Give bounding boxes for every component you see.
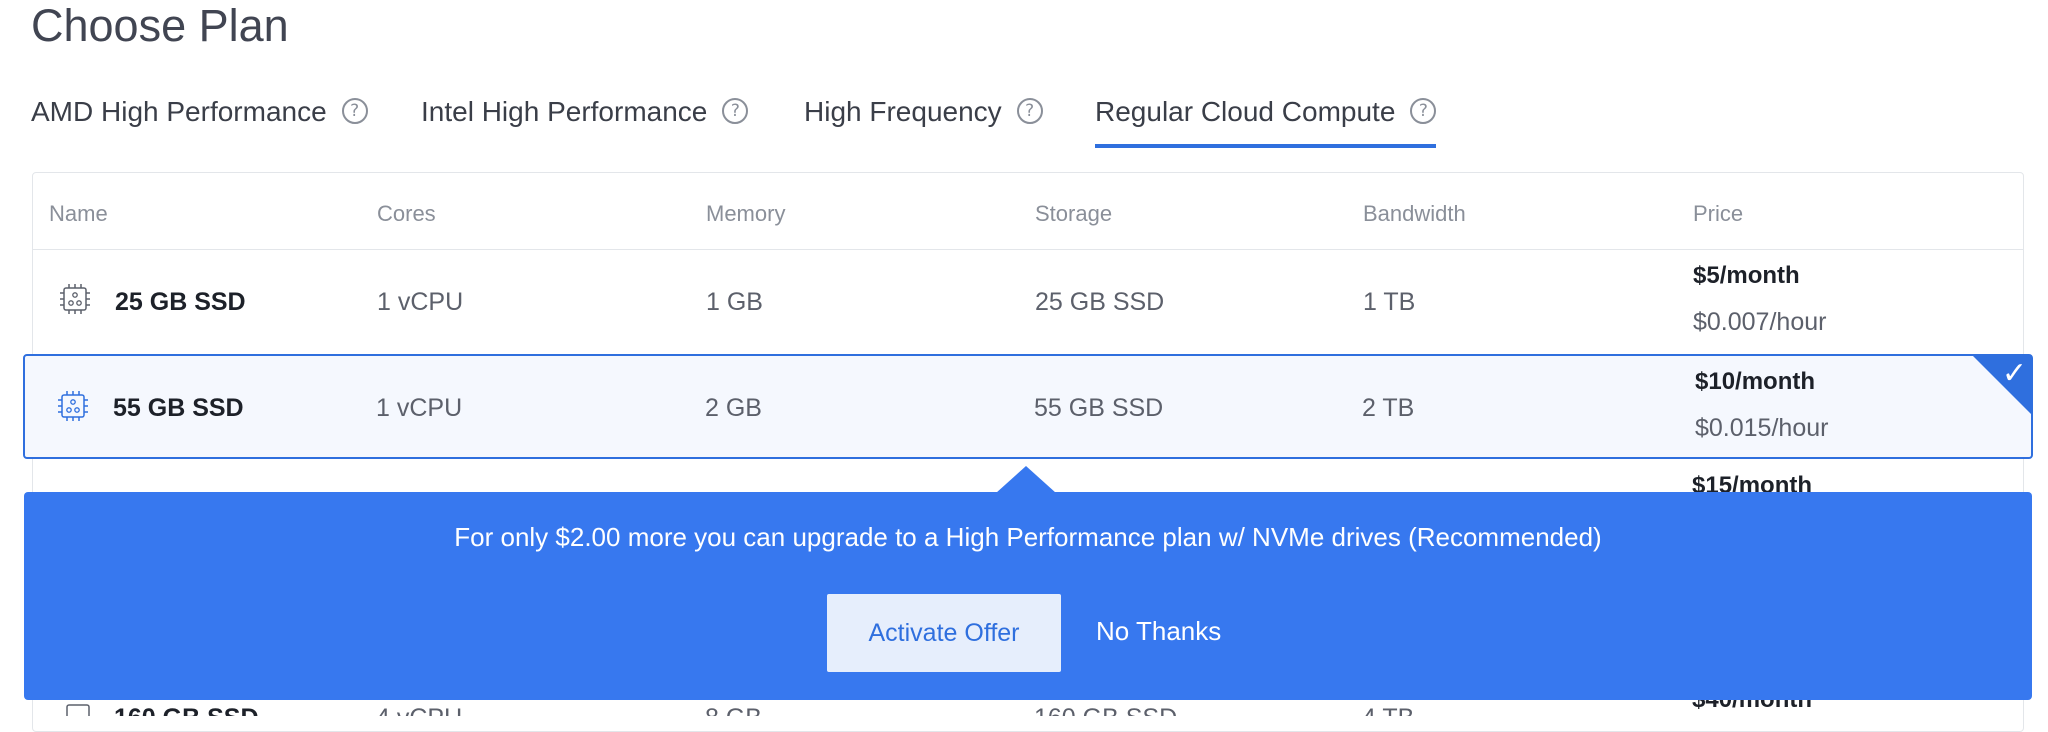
tab-intel-high-performance[interactable]: Intel High Performance ? <box>421 94 749 148</box>
cpu-chip-icon <box>66 704 90 716</box>
tab-label: Regular Cloud Compute <box>1095 96 1396 127</box>
plan-bandwidth: 4 TB <box>1362 704 1414 716</box>
plan-price: $40/month <box>1692 700 1812 714</box>
plan-memory: 2 GB <box>705 394 762 422</box>
table-row[interactable]: 25 GB SSD 1 vCPU 1 GB 25 GB SSD 1 TB $5/… <box>33 250 2023 354</box>
table-row: 55 GB SSD 1 vCPU 2 GB 55 GB SSD 2 TB $10… <box>25 356 2031 460</box>
plan-storage: 160 GB SSD <box>1034 704 1177 716</box>
tab-label: Intel High Performance <box>421 96 708 127</box>
column-header-storage: Storage <box>1035 201 1113 226</box>
tab-label: AMD High Performance <box>31 96 327 127</box>
plan-price: $10/month <box>1695 368 1816 395</box>
offer-message: For only $2.00 more you can upgrade to a… <box>454 522 1602 552</box>
plan-storage: 25 GB SSD <box>1035 288 1165 316</box>
help-icon[interactable]: ? <box>341 98 368 124</box>
checkmark-icon: ✓ <box>2001 356 2027 391</box>
help-icon[interactable]: ? <box>722 98 749 124</box>
table-row-selected[interactable]: 55 GB SSD 1 vCPU 2 GB 55 GB SSD 2 TB $10… <box>23 354 2033 459</box>
plan-name: 25 GB SSD <box>115 288 246 316</box>
column-header-price: Price <box>1693 201 1744 226</box>
plan-memory: 1 GB <box>706 288 763 316</box>
plan-storage: 55 GB SSD <box>1034 394 1164 422</box>
column-header-cores: Cores <box>377 201 436 226</box>
help-icon[interactable]: ? <box>1016 98 1043 124</box>
tab-label: High Frequency <box>804 96 1002 127</box>
plan-hourly-price: $0.015/hour <box>1695 414 1829 442</box>
plan-cores: 1 vCPU <box>376 394 463 422</box>
plan-bandwidth: 1 TB <box>1363 288 1416 316</box>
plan-memory: 8 GB <box>705 704 762 716</box>
page-title: Choose Plan <box>31 0 289 51</box>
plan-cores: 4 vCPU <box>376 704 462 716</box>
plan-cores: 1 vCPU <box>377 288 464 316</box>
cpu-chip-icon <box>58 391 88 421</box>
activate-offer-button[interactable]: Activate Offer <box>827 594 1061 672</box>
help-icon[interactable]: ? <box>1410 98 1437 124</box>
plan-name: 55 GB SSD <box>113 394 244 422</box>
cpu-chip-icon <box>60 284 90 314</box>
upgrade-offer-banner: For only $2.00 more you can upgrade to a… <box>24 492 2032 700</box>
tab-regular-cloud-compute[interactable]: Regular Cloud Compute ? <box>1095 94 1437 148</box>
plan-name: 160 GB SSD <box>114 704 259 716</box>
plan-price: $15/month <box>1692 472 1813 492</box>
plan-price: $5/month <box>1693 262 1800 289</box>
column-header-bandwidth: Bandwidth <box>1363 201 1466 226</box>
column-header-name: Name <box>49 201 108 226</box>
tab-amd-high-performance[interactable]: AMD High Performance ? <box>31 94 368 148</box>
tab-high-frequency[interactable]: High Frequency ? <box>804 94 1043 148</box>
no-thanks-button[interactable]: No Thanks <box>1096 616 1221 647</box>
plan-hourly-price: $0.007/hour <box>1693 308 1827 336</box>
offer-pointer <box>996 466 1056 493</box>
plan-bandwidth: 2 TB <box>1362 394 1415 422</box>
column-header-memory: Memory <box>706 201 786 226</box>
table-row[interactable]: 160 GB SSD 4 vCPU 8 GB 160 GB SSD 4 TB $… <box>32 700 2024 716</box>
